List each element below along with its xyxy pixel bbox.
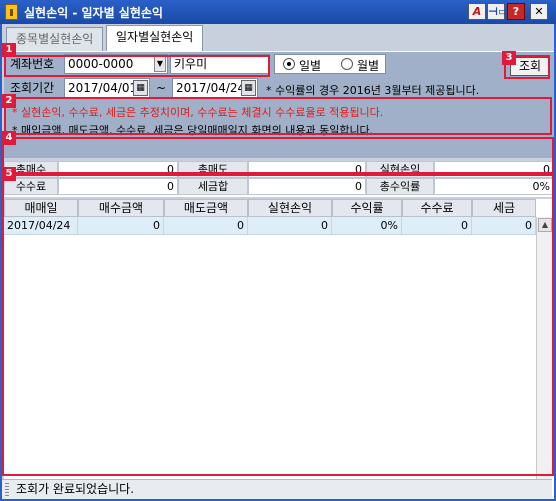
radio-monthly[interactable] bbox=[341, 58, 353, 70]
scroll-up-icon[interactable]: ▲ bbox=[538, 218, 552, 232]
tax-value: 0 bbox=[248, 178, 366, 195]
annotation-badge-4: 4 bbox=[2, 131, 16, 145]
period-label: 조회기간 bbox=[10, 81, 55, 95]
table-row-sell[interactable]: 0 bbox=[164, 217, 248, 235]
summary-table: 총매수 0 총매도 0 실현손익 0 수수료 0 세금합 0 총수익률 0% bbox=[4, 161, 554, 197]
pin-icon[interactable]: ⊣▭ bbox=[487, 3, 508, 20]
total-sell-value: 0 bbox=[248, 161, 366, 178]
close-icon[interactable]: ✕ bbox=[530, 3, 548, 20]
note-estimate-warning: * 실현손익, 수수료, 세금은 추정치이며, 수수료는 체결시 수수료율로 적… bbox=[12, 106, 384, 119]
account-label: 계좌번호 bbox=[10, 57, 55, 71]
radio-daily-label: 일별 bbox=[299, 59, 322, 73]
search-panel: 계좌번호 0000-0000 ▼ 키우미 일별 월별 조회기간 2017/04/… bbox=[4, 51, 554, 158]
title-bar: 실현손익 - 일자별 실현손익 A ⊣▭ ? ✕ bbox=[0, 0, 556, 24]
period-type-radio-group: 일별 월별 bbox=[274, 54, 386, 74]
date-from-input[interactable]: 2017/04/01 ▦ bbox=[64, 78, 150, 98]
date-to-input[interactable]: 2017/04/24 ▦ bbox=[172, 78, 258, 98]
note-return-rate: * 수익률의 경우 2016년 3월부터 제공됩니다. bbox=[266, 84, 480, 97]
status-message: 조회가 완료되었습니다. bbox=[16, 482, 135, 496]
font-icon[interactable]: A bbox=[468, 3, 486, 20]
calendar-icon[interactable]: ▦ bbox=[241, 80, 256, 96]
table-row-realized[interactable]: 0 bbox=[248, 217, 332, 235]
window-frame: 종목별실현손익 일자별실현손익 계좌번호 0000-0000 ▼ 키우미 일별 … bbox=[0, 24, 556, 501]
table-row-buy[interactable]: 0 bbox=[78, 217, 164, 235]
radio-monthly-label: 월별 bbox=[357, 59, 380, 73]
note-same-as-daily-log: * 매입금액, 매도금액, 수수료, 세금은 당일매매일지 화면의 내용과 동일… bbox=[12, 124, 374, 137]
table-row-tax[interactable]: 0 bbox=[472, 217, 536, 235]
total-buy-value: 0 bbox=[58, 161, 178, 178]
return-label: 총수익률 bbox=[366, 178, 434, 195]
account-select[interactable]: 0000-0000 ▼ bbox=[64, 54, 168, 74]
total-sell-label: 총매도 bbox=[178, 161, 248, 178]
help-icon[interactable]: ? bbox=[507, 3, 525, 20]
col-header-return[interactable]: 수익률 bbox=[332, 199, 402, 217]
fee-value: 0 bbox=[58, 178, 178, 195]
col-header-realized[interactable]: 실현손익 bbox=[248, 199, 332, 217]
table-row-return[interactable]: 0% bbox=[332, 217, 402, 235]
tab-daily-realized[interactable]: 일자별실현손익 bbox=[106, 25, 204, 52]
date-from-value: 2017/04/01 bbox=[68, 81, 138, 95]
vertical-scrollbar[interactable]: ▲ ▼ bbox=[536, 217, 552, 499]
col-header-buy[interactable]: 매수금액 bbox=[78, 199, 164, 217]
realized-value: 0 bbox=[434, 161, 554, 178]
col-header-date[interactable]: 매매일 bbox=[4, 199, 78, 217]
calendar-icon[interactable]: ▦ bbox=[133, 80, 148, 96]
realized-label: 실현손익 bbox=[366, 161, 434, 178]
daily-grid: 매매일 매수금액 매도금액 실현손익 수익률 수수료 세금 2017/04/24… bbox=[4, 199, 554, 499]
account-name-field: 키우미 bbox=[170, 54, 270, 74]
col-header-fee[interactable]: 수수료 bbox=[402, 199, 472, 217]
window-title: 실현손익 - 일자별 실현손익 bbox=[24, 6, 163, 20]
col-header-tax[interactable]: 세금 bbox=[472, 199, 536, 217]
tab-stock-realized[interactable]: 종목별실현손익 bbox=[6, 27, 104, 51]
table-row-fee[interactable]: 0 bbox=[402, 217, 472, 235]
return-value: 0% bbox=[434, 178, 554, 195]
chevron-down-icon[interactable]: ▼ bbox=[154, 56, 166, 72]
account-value: 0000-0000 bbox=[68, 57, 134, 71]
tax-label: 세금합 bbox=[178, 178, 248, 195]
table-row-date[interactable]: 2017/04/24 bbox=[4, 217, 78, 235]
date-range-tilde: ~ bbox=[156, 81, 167, 95]
annotation-badge-5: 5 bbox=[2, 167, 16, 181]
status-bar: 조회가 완료되었습니다. bbox=[2, 479, 552, 499]
account-name: 키우미 bbox=[174, 57, 208, 71]
annotation-badge-2: 2 bbox=[2, 94, 16, 108]
search-button[interactable]: 조회 bbox=[510, 57, 550, 76]
annotation-badge-1: 1 bbox=[2, 43, 16, 57]
radio-daily[interactable] bbox=[283, 58, 295, 70]
annotation-badge-3: 3 bbox=[502, 51, 516, 65]
date-to-value: 2017/04/24 bbox=[176, 81, 246, 95]
grip-icon bbox=[5, 483, 9, 496]
col-header-sell[interactable]: 매도금액 bbox=[164, 199, 248, 217]
app-icon bbox=[5, 4, 18, 20]
